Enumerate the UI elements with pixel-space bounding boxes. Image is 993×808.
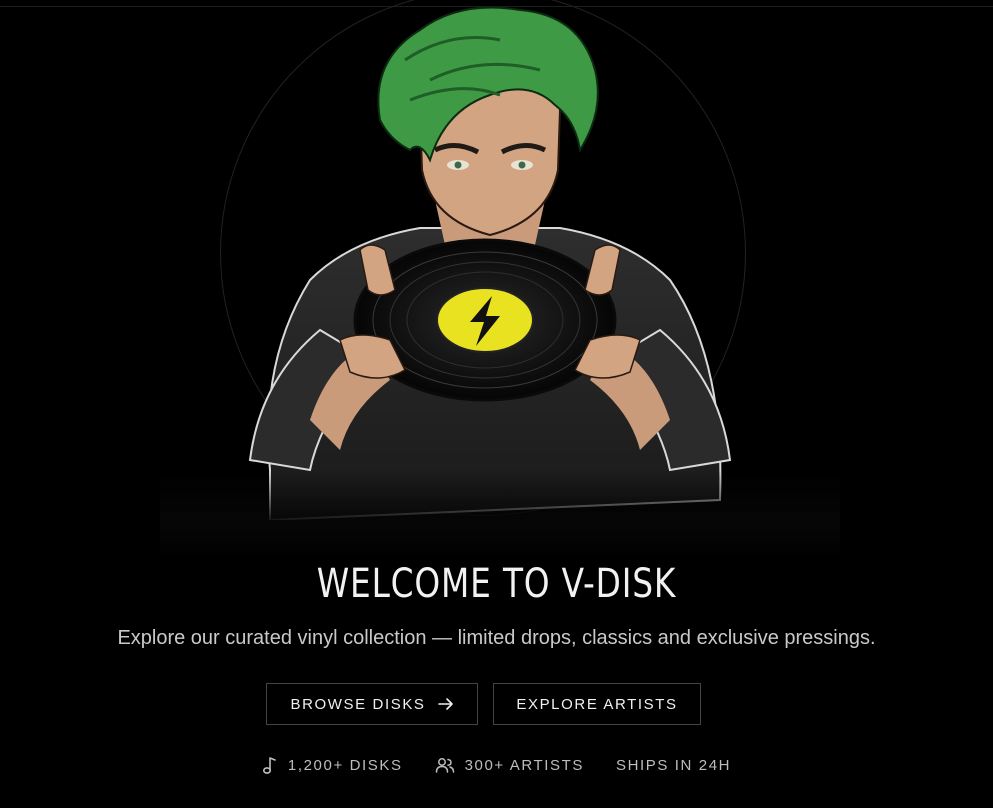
arrow-right-icon — [437, 698, 453, 710]
stat-shipping-label: SHIPS IN 24H — [616, 756, 732, 774]
stats-row: 1,200+ DISKS 300+ ARTISTS SHIPS IN 24H — [0, 752, 993, 778]
stat-artists-label: 300+ ARTISTS — [464, 756, 584, 774]
hero-fade — [160, 470, 840, 560]
explore-artists-label: EXPLORE ARTISTS — [516, 695, 678, 713]
page-title: WELCOME TO V-DISK — [316, 561, 677, 607]
music-note-icon — [262, 757, 276, 774]
users-icon — [435, 758, 454, 773]
stat-artists: 300+ ARTISTS — [435, 756, 584, 774]
stat-disks-label: 1,200+ DISKS — [287, 756, 403, 774]
landing-page: WELCOME TO V-DISK Explore our curated vi… — [0, 0, 993, 808]
hero-illustration — [248, 6, 732, 520]
stat-shipping: SHIPS IN 24H — [616, 757, 731, 774]
stat-disks: 1,200+ DISKS — [262, 755, 403, 775]
explore-artists-button[interactable]: EXPLORE ARTISTS — [493, 683, 701, 725]
browse-disks-label: BROWSE DISKS — [290, 695, 426, 713]
page-subtitle: Explore our curated vinyl collection — l… — [117, 627, 876, 649]
browse-disks-button[interactable]: BROWSE DISKS — [266, 683, 478, 725]
